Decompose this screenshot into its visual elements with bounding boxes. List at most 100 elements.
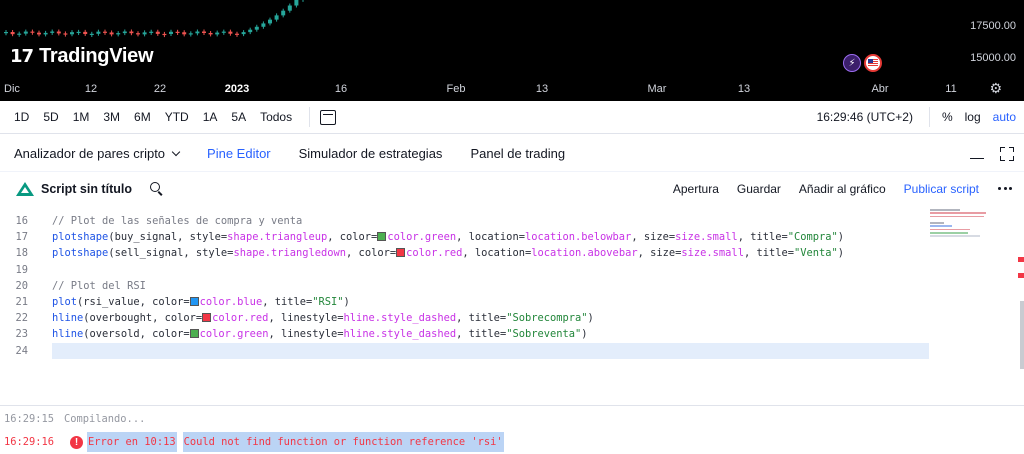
code-lines[interactable]: // Plot de las señales de compra y venta… (52, 213, 929, 359)
time-axis-label: 12 (84, 83, 98, 95)
candle-body (162, 33, 167, 36)
range-1a-button[interactable]: 1A (196, 110, 225, 124)
time-axis[interactable]: Dic 12 22 2023 16 Feb 13 Mar 13 Abr 11 (0, 80, 1024, 101)
minimize-panel-icon[interactable] (970, 157, 984, 160)
code-line[interactable]: plot(rsi_value, color= color.blue, title=… (52, 294, 928, 310)
calendar-icon[interactable] (320, 109, 337, 125)
candle-body (188, 33, 193, 35)
console-message: Compilando... (64, 413, 146, 425)
range-3m-button[interactable]: 3M (96, 110, 127, 124)
code-line[interactable]: hline(oversold, color= color.green, lines… (52, 326, 928, 342)
candle-body (241, 32, 246, 35)
editor-scrollbar[interactable] (1020, 301, 1024, 369)
candle-body (261, 23, 266, 27)
candle-body (4, 32, 8, 34)
line-number: 17 (15, 231, 28, 244)
range-5a-button[interactable]: 5A (224, 110, 253, 124)
candle-body (182, 32, 187, 35)
range-6m-button[interactable]: 6M (127, 110, 158, 124)
search-icon[interactable] (149, 182, 163, 195)
tab-strategy-tester[interactable]: Simulador de estrategias (285, 146, 457, 161)
percent-scale-toggle[interactable]: % (936, 110, 959, 124)
code-line[interactable]: // Plot del RSI (52, 278, 928, 294)
candle-body (96, 31, 101, 34)
candle-body (294, 0, 299, 6)
code-line[interactable]: plotshape(sell_signal, style=shape.trian… (52, 245, 928, 261)
save-button[interactable]: Guardar (728, 182, 790, 196)
tab-pine-editor[interactable]: Pine Editor (193, 146, 285, 161)
range-5d-button[interactable]: 5D (36, 110, 65, 124)
candle-body (116, 33, 121, 35)
candle-body (10, 32, 15, 35)
range-1m-button[interactable]: 1M (66, 110, 97, 124)
line-number: 16 (15, 215, 28, 227)
tab-label: Pine Editor (207, 146, 271, 161)
maximize-panel-icon[interactable] (1000, 146, 1014, 161)
tab-crypto-pairs-screener[interactable]: Analizador de pares cripto (0, 146, 193, 161)
script-title[interactable]: Script sin título (41, 182, 132, 196)
pine-editor-toolbar: Script sin título Apertura Guardar Añadi… (0, 172, 1024, 205)
time-axis-label: Dic (4, 83, 20, 95)
candle-body (235, 33, 239, 35)
line-number: 20 (15, 279, 28, 292)
candle-body (175, 31, 180, 33)
candle-body (50, 31, 55, 33)
compiler-console: 16:29:15 Compilando... 16:29:16 ! Error … (0, 405, 1024, 454)
candle-body (103, 31, 107, 33)
candle-body (195, 31, 200, 34)
gear-icon[interactable]: ⚙ (989, 80, 1002, 97)
error-location-link[interactable]: Error en 10:13 (87, 432, 177, 452)
candle-body (221, 31, 226, 33)
divider (928, 107, 930, 127)
tab-label: Analizador de pares cripto (14, 146, 166, 161)
tab-label: Simulador de estrategias (298, 146, 443, 161)
code-line-current[interactable] (52, 342, 929, 359)
pine-tree-icon (16, 181, 34, 196)
candle-body (254, 26, 259, 30)
candle-body (70, 32, 74, 35)
time-axis-label: 11 (945, 83, 957, 95)
price-scale-label: 15000.00 (970, 52, 1016, 64)
tradingview-logo-text: TradingView (39, 45, 154, 67)
price-chart[interactable]: 17500.00 15000.00 17 TradingView ⚡ Dic 1… (0, 0, 1024, 101)
tab-trading-panel[interactable]: Panel de trading (456, 146, 579, 161)
candle-body (208, 32, 213, 35)
time-axis-label: 22 (153, 83, 167, 95)
candle-body (89, 33, 94, 36)
time-axis-label: 13 (737, 83, 751, 95)
time-axis-label: Abr (871, 83, 889, 95)
range-all-button[interactable]: Todos (253, 110, 299, 124)
candle-body (83, 31, 88, 35)
candle-body (136, 33, 140, 35)
code-line[interactable]: plotshape(buy_signal, style=shape.triang… (52, 229, 928, 245)
candle-body (122, 31, 127, 34)
chevron-down-icon[interactable] (171, 147, 181, 157)
candle-body (287, 5, 292, 11)
scrollbar-error-marker (1018, 257, 1024, 262)
open-button[interactable]: Apertura (664, 182, 728, 196)
code-line[interactable] (52, 262, 928, 278)
more-options-icon[interactable] (988, 187, 1024, 190)
code-minimap[interactable] (930, 209, 986, 249)
candle-body (63, 33, 68, 35)
publish-script-button[interactable]: Publicar script (895, 182, 988, 196)
line-number: 23 (15, 328, 28, 341)
line-number: 18 (15, 247, 28, 260)
lightning-event-icon[interactable]: ⚡ (843, 54, 861, 72)
log-scale-toggle[interactable]: log (959, 110, 987, 124)
timezone-clock[interactable]: 16:29:46 (UTC+2) (807, 110, 923, 124)
add-to-chart-button[interactable]: Añadir al gráfico (790, 182, 895, 196)
candle-body (56, 31, 61, 34)
code-editor[interactable]: 16 17 18 19 20 21 22 23 24 // Plot de la… (0, 205, 1024, 405)
auto-scale-toggle[interactable]: auto (987, 110, 1024, 124)
code-line[interactable]: hline(overbought, color= color.red, lines… (52, 310, 928, 326)
line-number: 22 (15, 312, 28, 325)
candle-body (155, 31, 160, 34)
us-flag-icon[interactable] (864, 54, 882, 72)
line-number: 19 (15, 263, 28, 276)
range-1d-button[interactable]: 1D (0, 110, 36, 124)
range-ytd-button[interactable]: YTD (158, 110, 196, 124)
tradingview-logo[interactable]: 17 TradingView (10, 45, 154, 68)
code-line[interactable]: // Plot de las señales de compra y venta (52, 213, 928, 229)
price-scale-label: 17500.00 (970, 20, 1016, 32)
